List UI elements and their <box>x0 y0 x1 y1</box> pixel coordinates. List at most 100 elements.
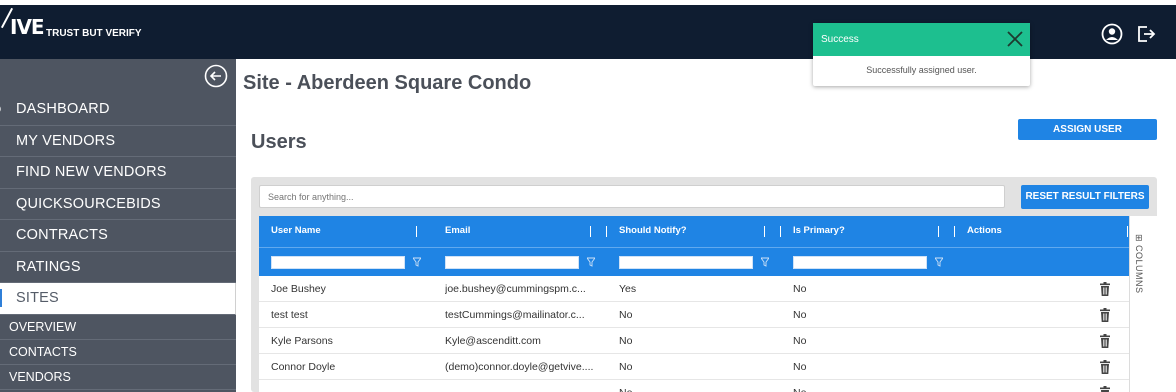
close-icon[interactable] <box>1004 28 1026 50</box>
filter-icon[interactable] <box>413 257 421 267</box>
cell-email: testCummings@mailinator.c... <box>445 309 585 321</box>
toast-message: Successfully assigned user. <box>866 65 977 75</box>
is-primary-filter-input[interactable] <box>793 256 927 269</box>
column-divider[interactable] <box>1127 226 1128 237</box>
should-notify-filter-input[interactable] <box>619 256 753 269</box>
search-icon <box>0 166 4 178</box>
page-title: Site - Aberdeen Square Condo <box>243 72 532 94</box>
column-header-email[interactable]: Email <box>445 216 470 247</box>
logout-icon[interactable] <box>1134 22 1158 46</box>
sidebar-item-dashboard[interactable]: DASHBOARD <box>0 94 236 126</box>
toast-title: Success <box>821 34 859 45</box>
table-row[interactable]: test test testCummings@mailinator.c... N… <box>259 302 1129 328</box>
cell-is-primary: No <box>793 309 807 321</box>
cell-is-primary: No <box>793 335 807 347</box>
cell-user-name: Joe Bushey <box>271 283 326 295</box>
cell-email: (demo)connor.doyle@getvive.... <box>445 361 594 373</box>
column-divider[interactable] <box>590 226 591 237</box>
column-header-actions: Actions <box>967 225 1002 236</box>
cell-email: joe.bushey@cummingspm.c... <box>445 283 586 295</box>
column-divider[interactable] <box>938 226 939 237</box>
cell-should-notify: No <box>619 309 633 321</box>
sidebar-item-label: SITES <box>16 290 59 307</box>
table-header: User Name Email Should Notify? Is Primar… <box>259 216 1129 247</box>
columns-label[interactable]: ⊞ COLUMNS <box>1134 234 1144 294</box>
contracts-icon <box>0 229 4 241</box>
table-row[interactable]: Kyle Parsons Kyle@ascenditt.com No No <box>259 328 1129 354</box>
active-indicator <box>0 289 2 307</box>
table-row[interactable]: Connor Doyle (demo)connor.doyle@getvive.… <box>259 354 1129 380</box>
reset-filters-button[interactable]: RESET RESULT FILTERS <box>1021 185 1149 209</box>
cell-email <box>445 380 595 392</box>
sidebar-item-label: DASHBOARD <box>16 101 110 118</box>
sidebar-item-find-new-vendors[interactable]: FIND NEW VENDORS <box>0 157 236 189</box>
bids-icon <box>0 198 4 210</box>
sidebar-subitem-label: OVERVIEW <box>9 319 77 334</box>
columns-tool-panel[interactable]: ⊞ COLUMNS <box>1129 216 1149 392</box>
sidebar-subitem-vendors[interactable]: VENDORS <box>0 365 236 390</box>
filter-icon[interactable] <box>587 257 595 267</box>
star-icon <box>0 261 4 273</box>
section-title: Users <box>251 131 307 153</box>
trash-icon[interactable] <box>1099 334 1111 348</box>
cell-should-notify: No <box>619 335 633 347</box>
table-row[interactable]: Joe Bushey joe.bushey@cummingspm.c... Ye… <box>259 276 1129 302</box>
cell-is-primary: No <box>793 380 943 392</box>
sidebar-item-ratings[interactable]: RATINGS <box>0 252 236 283</box>
cell-user-name <box>271 380 436 392</box>
sidebar-item-sites[interactable]: SITES <box>0 283 236 315</box>
cell-should-notify: No <box>619 380 769 392</box>
user-profile-icon[interactable] <box>1100 22 1124 46</box>
filter-icon[interactable] <box>935 257 943 267</box>
sidebar-item-label: FIND NEW VENDORS <box>16 164 167 181</box>
sidebar: DASHBOARD MY VENDORS FIND NEW VENDORS QU… <box>0 59 236 392</box>
column-divider[interactable] <box>606 226 607 237</box>
filter-row <box>259 247 1129 276</box>
filter-icon[interactable] <box>761 257 769 267</box>
sidebar-subitem-label: CONTACTS <box>9 344 77 359</box>
cell-user-name: Kyle Parsons <box>271 335 333 347</box>
sidebar-item-label: RATINGS <box>16 258 81 275</box>
cell-user-name: Connor Doyle <box>271 361 336 373</box>
users-grid-container: RESET RESULT FILTERS User Name Email Sho… <box>251 177 1157 392</box>
sidebar-item-label: QUICKSOURCEBIDS <box>16 195 161 212</box>
sidebar-item-contracts[interactable]: CONTRACTS <box>0 220 236 252</box>
trash-icon[interactable] <box>1099 282 1111 296</box>
cell-is-primary: No <box>793 361 807 373</box>
users-table: User Name Email Should Notify? Is Primar… <box>259 216 1157 392</box>
column-divider[interactable] <box>764 226 765 237</box>
trash-icon[interactable] <box>1099 386 1111 392</box>
column-divider[interactable] <box>416 226 417 237</box>
columns-text: COLUMNS <box>1134 245 1144 294</box>
column-header-is-primary[interactable]: Is Primary? <box>793 216 845 247</box>
tagline: TRUST BUT VERIFY <box>46 28 142 39</box>
trash-icon[interactable] <box>1099 308 1111 322</box>
column-divider[interactable] <box>954 226 955 237</box>
assign-user-button[interactable]: ASSIGN USER <box>1018 119 1157 140</box>
cell-should-notify: No <box>619 361 633 373</box>
sidebar-subitem-overview[interactable]: OVERVIEW <box>0 315 236 340</box>
column-header-user-name[interactable]: User Name <box>271 216 321 247</box>
vendors-icon <box>0 135 4 147</box>
sidebar-nav: DASHBOARD MY VENDORS FIND NEW VENDORS QU… <box>0 94 236 390</box>
table-row[interactable]: No No <box>259 380 1129 392</box>
sidebar-item-label: MY VENDORS <box>16 132 116 149</box>
toast-header: Success <box>813 23 1030 56</box>
sidebar-subitem-contacts[interactable]: CONTACTS <box>0 340 236 365</box>
logo-text: IVE <box>10 15 45 39</box>
cell-should-notify: Yes <box>619 283 637 295</box>
sidebar-item-my-vendors[interactable]: MY VENDORS <box>0 126 236 157</box>
column-header-should-notify[interactable]: Should Notify? <box>619 216 687 247</box>
sidebar-item-label: CONTRACTS <box>16 227 109 244</box>
collapse-sidebar-icon[interactable] <box>204 64 228 88</box>
user-name-filter-input[interactable] <box>271 256 405 269</box>
cell-email: Kyle@ascenditt.com <box>445 335 541 347</box>
sidebar-subitem-label: VENDORS <box>9 369 71 384</box>
cell-user-name: test test <box>271 309 308 321</box>
sidebar-item-quicksourcebids[interactable]: QUICKSOURCEBIDS <box>0 189 236 220</box>
column-divider[interactable] <box>780 226 781 237</box>
trash-icon[interactable] <box>1099 360 1111 374</box>
email-filter-input[interactable] <box>445 256 579 269</box>
search-input[interactable] <box>259 185 1005 208</box>
columns-icon: ⊞ <box>1134 234 1144 246</box>
